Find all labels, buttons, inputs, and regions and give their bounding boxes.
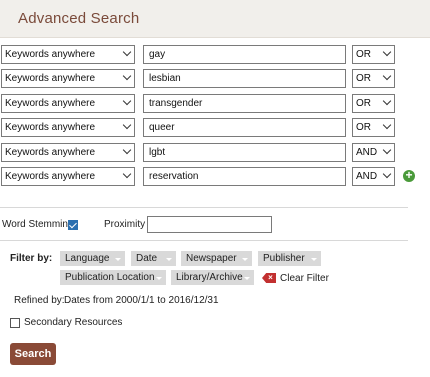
proximity-label: Proximity <box>104 219 146 230</box>
field-select[interactable]: Keywords anywhere <box>1 69 135 88</box>
operator-select[interactable]: OR <box>352 45 395 64</box>
secondary-resources-label: Secondary Resources <box>24 317 123 328</box>
chevron-down-icon <box>382 96 392 106</box>
page-header: Advanced Search <box>0 0 430 38</box>
caret-down-icon <box>244 277 250 280</box>
proximity-input[interactable] <box>147 216 272 233</box>
page-title: Advanced Search <box>18 10 140 27</box>
search-row: Keywords anywhere queer OR <box>0 118 430 137</box>
search-row: Keywords anywhere transgender OR <box>0 94 430 113</box>
chevron-down-icon <box>122 96 132 106</box>
clear-filter-link[interactable]: Clear Filter <box>280 273 329 284</box>
caret-down-icon <box>242 258 248 261</box>
operator-select[interactable]: OR <box>352 94 395 113</box>
operator-select-value: AND <box>356 147 378 158</box>
chevron-down-icon <box>122 145 132 155</box>
operator-select[interactable]: OR <box>352 69 395 88</box>
divider <box>0 240 408 241</box>
filter-by-label: Filter by: <box>10 253 53 264</box>
chevron-down-icon <box>122 169 132 179</box>
filter-chip-label: Newspaper <box>186 253 237 264</box>
field-select-value: Keywords anywhere <box>5 49 96 60</box>
operator-select-value: AND <box>356 171 378 182</box>
operator-select-value: OR <box>356 73 371 84</box>
search-term-input[interactable]: gay <box>143 45 346 64</box>
caret-down-icon <box>311 258 317 261</box>
caret-down-icon <box>115 258 121 261</box>
filter-chip-label: Language <box>65 253 110 264</box>
chevron-down-icon <box>382 47 392 57</box>
field-select[interactable]: Keywords anywhere <box>1 118 135 137</box>
filter-chip-label: Publication Location <box>65 272 155 283</box>
search-row: Keywords anywhere lesbian OR <box>0 69 430 88</box>
field-select-value: Keywords anywhere <box>5 147 96 158</box>
caret-down-icon <box>156 277 162 280</box>
chevron-down-icon <box>382 169 392 179</box>
filter-chip-label: Publisher <box>263 253 305 264</box>
field-select[interactable]: Keywords anywhere <box>1 94 135 113</box>
field-select-value: Keywords anywhere <box>5 98 96 109</box>
chevron-down-icon <box>382 71 392 81</box>
operator-select-value: OR <box>356 122 371 133</box>
word-stemming-label: Word Stemming <box>2 219 74 230</box>
word-stemming-checkbox[interactable] <box>68 220 78 230</box>
field-select[interactable]: Keywords anywhere <box>1 143 135 162</box>
refined-by-label: Refined by: <box>14 295 65 306</box>
search-term-input[interactable]: transgender <box>143 94 346 113</box>
field-select[interactable]: Keywords anywhere <box>1 45 135 64</box>
filter-chip-publisher[interactable]: Publisher <box>258 251 321 266</box>
field-select-value: Keywords anywhere <box>5 122 96 133</box>
filter-chip-date[interactable]: Date <box>131 251 176 266</box>
filter-chip-label: Date <box>136 253 158 264</box>
secondary-resources-checkbox[interactable] <box>10 318 20 328</box>
search-term-input[interactable]: queer <box>143 118 346 137</box>
clear-filter-icon[interactable]: × <box>262 273 276 283</box>
chevron-down-icon <box>122 71 132 81</box>
operator-select[interactable]: OR <box>352 118 395 137</box>
chevron-down-icon <box>122 120 132 130</box>
operator-select[interactable]: AND <box>352 143 395 162</box>
filter-chip-newspaper[interactable]: Newspaper <box>181 251 252 266</box>
search-row: Keywords anywhere gay OR <box>0 45 430 64</box>
chevron-down-icon <box>122 47 132 57</box>
operator-select-value: OR <box>356 98 371 109</box>
filter-chip-language[interactable]: Language <box>60 251 125 266</box>
search-term-input[interactable]: reservation <box>143 167 346 186</box>
divider <box>0 207 408 208</box>
search-term-input[interactable]: lesbian <box>143 69 346 88</box>
field-select-value: Keywords anywhere <box>5 73 96 84</box>
operator-select[interactable]: AND <box>352 167 395 186</box>
refined-by-value: Dates from 2000/1/1 to 2016/12/31 <box>64 295 219 306</box>
search-term-input[interactable]: lgbt <box>143 143 346 162</box>
search-row: Keywords anywhere reservation AND + <box>0 167 430 186</box>
field-select[interactable]: Keywords anywhere <box>1 167 135 186</box>
search-row: Keywords anywhere lgbt AND <box>0 143 430 162</box>
filter-chip-publication-location[interactable]: Publication Location <box>60 270 166 285</box>
operator-select-value: OR <box>356 49 371 60</box>
plus-circle-icon[interactable]: + <box>403 169 415 182</box>
chevron-down-icon <box>382 120 392 130</box>
filter-chip-label: Library/Archive <box>176 272 243 283</box>
field-select-value: Keywords anywhere <box>5 171 96 182</box>
caret-down-icon <box>166 258 172 261</box>
chevron-down-icon <box>382 145 392 155</box>
search-button[interactable]: Search <box>10 343 56 365</box>
filter-chip-library-archive[interactable]: Library/Archive <box>171 270 254 285</box>
